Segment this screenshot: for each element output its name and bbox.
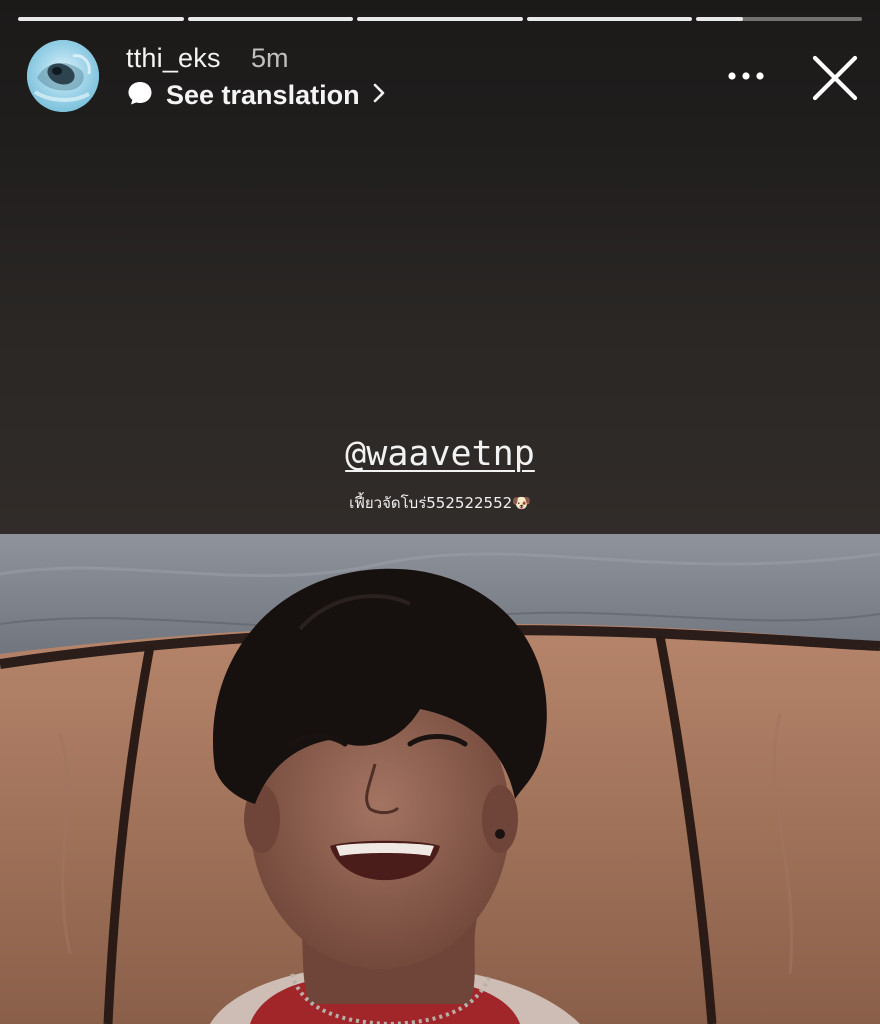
story-caption: เฟี้ยวจัดโบร่552522552🐶 xyxy=(349,494,531,512)
progress-segment xyxy=(357,17,523,21)
story-photo xyxy=(0,534,880,1024)
story-viewer[interactable]: tthi_eks 5m See translation @waavetnp เฟ… xyxy=(0,0,880,1024)
progress-segment xyxy=(18,17,184,21)
mention-sticker[interactable]: @waavetnp xyxy=(0,432,880,476)
close-icon xyxy=(812,55,858,101)
chevron-right-icon xyxy=(372,82,386,109)
avatar[interactable] xyxy=(27,40,99,112)
more-options-button[interactable] xyxy=(724,58,768,94)
progress-segment-current xyxy=(696,17,862,21)
speech-bubble-icon xyxy=(126,79,154,112)
story-progress-bar xyxy=(18,17,862,21)
progress-segment xyxy=(187,17,354,21)
timestamp: 5m xyxy=(251,43,289,73)
see-translation-button[interactable]: See translation xyxy=(126,78,386,112)
progress-segment xyxy=(526,17,693,21)
close-button[interactable] xyxy=(808,51,862,105)
avatar-image xyxy=(27,40,99,112)
see-translation-label: See translation xyxy=(166,80,360,110)
username[interactable]: tthi_eks xyxy=(126,41,221,75)
ellipsis-icon xyxy=(728,72,764,80)
